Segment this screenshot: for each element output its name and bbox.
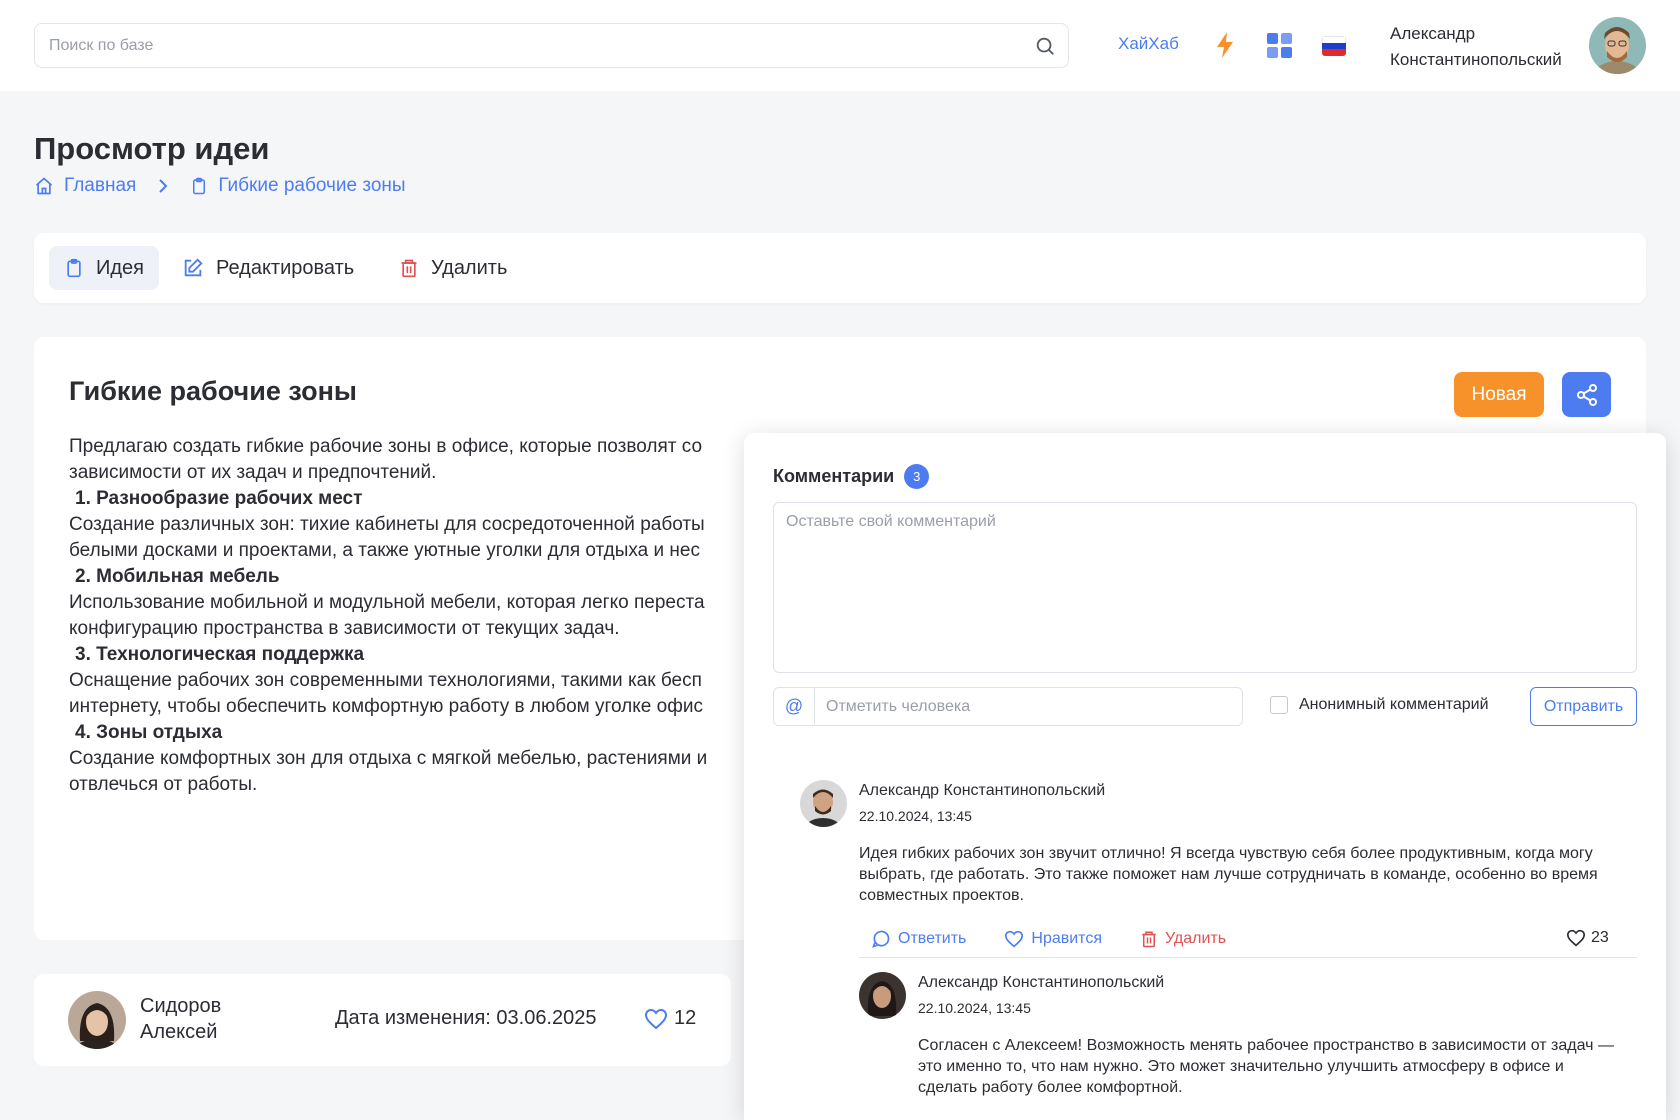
- top-bar: ХайХаб Александр Константинопольский: [0, 0, 1680, 91]
- search-icon[interactable]: [1034, 35, 1056, 57]
- comment-date: 22.10.2024, 13:45: [859, 808, 972, 824]
- search-box: [34, 23, 1069, 68]
- comment-text: Согласен с Алексеем! Возможность менять …: [918, 1037, 1614, 1096]
- comment-date: 22.10.2024, 13:45: [918, 1000, 1031, 1016]
- chevron-right-icon: [159, 179, 168, 193]
- trash-icon: [1142, 931, 1156, 948]
- trash-icon: [401, 259, 417, 278]
- like-counter[interactable]: 12: [644, 1007, 696, 1030]
- share-icon: [1576, 383, 1597, 406]
- comment-like-count[interactable]: 23: [1566, 929, 1609, 947]
- user-name[interactable]: Александр Константинопольский: [1390, 21, 1562, 73]
- author-card: Сидоров Алексей Дата изменения: 03.06.20…: [34, 974, 731, 1066]
- mention-field: @: [773, 687, 1243, 726]
- comments-panel: Комментарии 3 @ Анонимный комментарий От…: [744, 433, 1666, 1120]
- home-icon: [35, 177, 53, 195]
- action-tabs: Идея Редактировать Удалить: [34, 233, 1646, 303]
- apps-grid-icon[interactable]: [1267, 33, 1292, 58]
- hub-link[interactable]: ХайХаб: [1118, 34, 1179, 54]
- reply-button[interactable]: Ответить: [871, 929, 966, 949]
- breadcrumb-current: Гибкие рабочие зоны: [218, 175, 406, 196]
- commenter-avatar: [859, 972, 906, 1019]
- mention-input[interactable]: [826, 688, 1226, 725]
- tab-edit[interactable]: Редактировать: [167, 246, 369, 290]
- heart-icon: [1005, 930, 1024, 948]
- anonymous-toggle[interactable]: Анонимный комментарий: [1270, 696, 1489, 714]
- comment-actions: Ответить Нравится Удалить: [871, 929, 1264, 949]
- modified-date: Дата изменения: 03.06.2025: [335, 1007, 597, 1029]
- page-title: Просмотр идеи: [34, 131, 270, 166]
- send-comment-button[interactable]: Отправить: [1530, 687, 1637, 726]
- like-button[interactable]: Нравится: [1004, 930, 1102, 948]
- comment-text: Идея гибких рабочих зон звучит отлично! …: [859, 845, 1598, 904]
- share-button[interactable]: [1562, 372, 1611, 417]
- breadcrumb: Главная Гибкие рабочие зоны: [34, 173, 406, 199]
- clipboard-icon: [67, 258, 81, 278]
- user-avatar[interactable]: [1589, 17, 1646, 74]
- heart-icon: [1566, 929, 1586, 947]
- tab-delete[interactable]: Удалить: [384, 246, 522, 290]
- chat-bubble-icon: [872, 930, 890, 948]
- anonymous-checkbox[interactable]: [1270, 696, 1288, 714]
- comment-author: Александр Константинопольский: [918, 974, 1165, 991]
- commenter-avatar: [800, 780, 847, 827]
- edit-icon: [184, 258, 203, 277]
- heart-icon: [644, 1008, 668, 1029]
- russian-flag-icon[interactable]: [1322, 36, 1346, 56]
- status-badge: Новая: [1454, 372, 1544, 417]
- author-avatar: [68, 991, 126, 1049]
- comment-divider: [859, 957, 1637, 958]
- idea-title: Гибкие рабочие зоны: [69, 376, 357, 406]
- lightning-icon[interactable]: [1213, 31, 1237, 59]
- comment-author: Александр Константинопольский: [859, 782, 1106, 799]
- comment-input[interactable]: [773, 502, 1637, 673]
- clipboard-icon: [193, 177, 206, 195]
- author-name: Сидоров Алексей: [140, 995, 222, 1043]
- tab-idea[interactable]: Идея: [49, 246, 159, 290]
- delete-comment-button[interactable]: Удалить: [1140, 929, 1226, 949]
- search-input[interactable]: [49, 24, 1009, 67]
- comments-title: Комментарии 3: [773, 464, 930, 489]
- at-icon: @: [774, 688, 815, 725]
- comments-count-badge: 3: [904, 464, 930, 489]
- breadcrumb-home-link[interactable]: Главная: [64, 175, 136, 197]
